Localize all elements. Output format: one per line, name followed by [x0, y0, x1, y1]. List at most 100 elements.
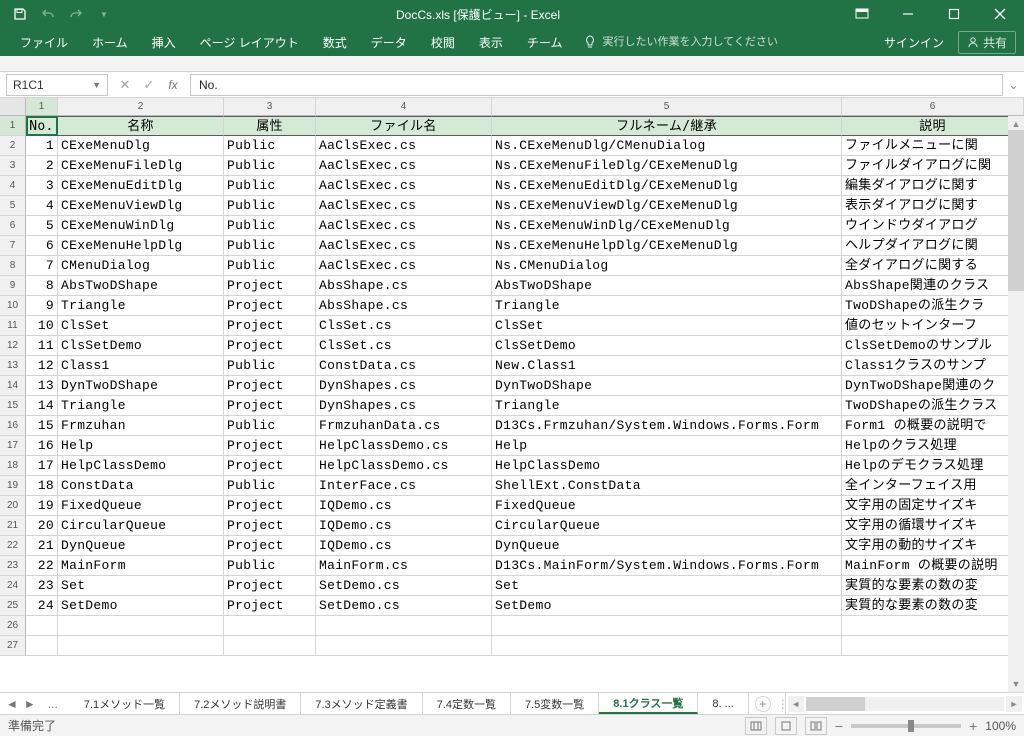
table-cell[interactable]: DynShapes.cs: [316, 396, 492, 416]
table-cell[interactable]: Help: [58, 436, 224, 456]
add-sheet-button[interactable]: +: [755, 696, 771, 712]
table-header-cell[interactable]: 名称: [58, 116, 224, 136]
table-cell[interactable]: 21: [26, 536, 58, 556]
table-cell[interactable]: AaClsExec.cs: [316, 136, 492, 156]
row-header[interactable]: 2: [0, 136, 26, 156]
row-header[interactable]: 3: [0, 156, 26, 176]
table-cell[interactable]: CExeMenuDlg: [58, 136, 224, 156]
table-cell[interactable]: Public: [224, 416, 316, 436]
table-cell[interactable]: Project: [224, 496, 316, 516]
h-scrollbar-thumb[interactable]: [806, 697, 865, 711]
table-cell[interactable]: CMenuDialog: [58, 256, 224, 276]
table-cell[interactable]: Public: [224, 256, 316, 276]
tell-me-input[interactable]: [602, 36, 802, 48]
table-cell[interactable]: ShellExt.ConstData: [492, 476, 842, 496]
table-cell[interactable]: [224, 616, 316, 636]
table-cell[interactable]: 8: [26, 276, 58, 296]
table-cell[interactable]: ClsSet.cs: [316, 316, 492, 336]
table-cell[interactable]: DynQueue: [492, 536, 842, 556]
zoom-level[interactable]: 100%: [985, 719, 1016, 733]
table-cell[interactable]: Project: [224, 456, 316, 476]
table-cell[interactable]: 値のセットインターフ: [842, 316, 1024, 336]
table-cell[interactable]: 全インターフェイス用: [842, 476, 1024, 496]
table-cell[interactable]: Ns.CExeMenuFileDlg/CExeMenuDlg: [492, 156, 842, 176]
row-header[interactable]: 1: [0, 116, 26, 136]
table-cell[interactable]: 9: [26, 296, 58, 316]
table-cell[interactable]: 文字用の循環サイズキ: [842, 516, 1024, 536]
table-cell[interactable]: Frmzuhan: [58, 416, 224, 436]
table-cell[interactable]: Project: [224, 376, 316, 396]
zoom-out-icon[interactable]: −: [835, 718, 843, 734]
undo-icon[interactable]: [36, 2, 60, 26]
table-cell[interactable]: MainForm: [58, 556, 224, 576]
share-button[interactable]: 共有: [958, 31, 1016, 54]
table-cell[interactable]: FixedQueue: [58, 496, 224, 516]
table-cell[interactable]: ConstData.cs: [316, 356, 492, 376]
fx-icon[interactable]: fx: [162, 74, 184, 96]
table-cell[interactable]: Public: [224, 176, 316, 196]
zoom-slider[interactable]: [851, 724, 961, 728]
row-header[interactable]: 25: [0, 596, 26, 616]
table-cell[interactable]: [842, 616, 1024, 636]
table-cell[interactable]: MainForm.cs: [316, 556, 492, 576]
table-cell[interactable]: AbsTwoDShape: [58, 276, 224, 296]
table-cell[interactable]: D13Cs.MainForm/System.Windows.Forms.Form: [492, 556, 842, 576]
table-cell[interactable]: 1: [26, 136, 58, 156]
tab-nav-prev-icon[interactable]: ◄: [6, 697, 18, 711]
table-header-cell[interactable]: ファイル名: [316, 116, 492, 136]
table-cell[interactable]: ファイルメニューに関: [842, 136, 1024, 156]
table-cell[interactable]: FixedQueue: [492, 496, 842, 516]
table-cell[interactable]: Public: [224, 156, 316, 176]
row-header[interactable]: 23: [0, 556, 26, 576]
ribbon-tab[interactable]: 数式: [311, 28, 359, 57]
ribbon-options-icon[interactable]: [840, 0, 884, 28]
table-cell[interactable]: 10: [26, 316, 58, 336]
table-cell[interactable]: IQDemo.cs: [316, 516, 492, 536]
table-cell[interactable]: 実質的な要素の数の変: [842, 576, 1024, 596]
row-header[interactable]: 15: [0, 396, 26, 416]
table-cell[interactable]: 表示ダイアログに関す: [842, 196, 1024, 216]
formula-input[interactable]: No.: [190, 74, 1002, 96]
table-cell[interactable]: [26, 616, 58, 636]
ribbon-tab[interactable]: 校閲: [419, 28, 467, 57]
table-cell[interactable]: AbsShape関連のクラス: [842, 276, 1024, 296]
table-cell[interactable]: DynQueue: [58, 536, 224, 556]
table-cell[interactable]: ClsSet.cs: [316, 336, 492, 356]
scroll-left-icon[interactable]: ◄: [788, 696, 804, 712]
table-cell[interactable]: Helpのクラス処理: [842, 436, 1024, 456]
table-cell[interactable]: Ns.CExeMenuHelpDlg/CExeMenuDlg: [492, 236, 842, 256]
row-header[interactable]: 17: [0, 436, 26, 456]
table-cell[interactable]: Project: [224, 436, 316, 456]
table-cell[interactable]: 18: [26, 476, 58, 496]
table-header-cell[interactable]: 属性: [224, 116, 316, 136]
column-header[interactable]: 5: [492, 98, 842, 115]
column-header[interactable]: 1: [26, 98, 58, 115]
table-cell[interactable]: IQDemo.cs: [316, 536, 492, 556]
table-cell[interactable]: [316, 616, 492, 636]
normal-view-icon[interactable]: [745, 717, 767, 735]
table-cell[interactable]: 13: [26, 376, 58, 396]
table-cell[interactable]: Public: [224, 556, 316, 576]
scrollbar-thumb[interactable]: [1008, 130, 1024, 291]
ribbon-tab[interactable]: 挿入: [140, 28, 188, 57]
table-cell[interactable]: CExeMenuHelpDlg: [58, 236, 224, 256]
table-cell[interactable]: Public: [224, 136, 316, 156]
table-cell[interactable]: HelpClassDemo.cs: [316, 436, 492, 456]
table-cell[interactable]: Ns.CExeMenuDlg/CMenuDialog: [492, 136, 842, 156]
table-cell[interactable]: AaClsExec.cs: [316, 256, 492, 276]
table-cell[interactable]: Ns.CExeMenuEditDlg/CExeMenuDlg: [492, 176, 842, 196]
table-cell[interactable]: TwoDShapeの派生クラ: [842, 296, 1024, 316]
table-cell[interactable]: ウインドウダイアログ: [842, 216, 1024, 236]
table-cell[interactable]: 17: [26, 456, 58, 476]
enter-formula-icon[interactable]: ✓: [138, 74, 160, 96]
table-cell[interactable]: Triangle: [58, 296, 224, 316]
ribbon-tab[interactable]: 表示: [467, 28, 515, 57]
row-header[interactable]: 14: [0, 376, 26, 396]
table-cell[interactable]: Class1: [58, 356, 224, 376]
table-cell[interactable]: SetDemo: [58, 596, 224, 616]
table-cell[interactable]: HelpClassDemo: [58, 456, 224, 476]
table-cell[interactable]: Project: [224, 316, 316, 336]
table-cell[interactable]: [58, 636, 224, 656]
table-cell[interactable]: [842, 636, 1024, 656]
table-cell[interactable]: IQDemo.cs: [316, 496, 492, 516]
